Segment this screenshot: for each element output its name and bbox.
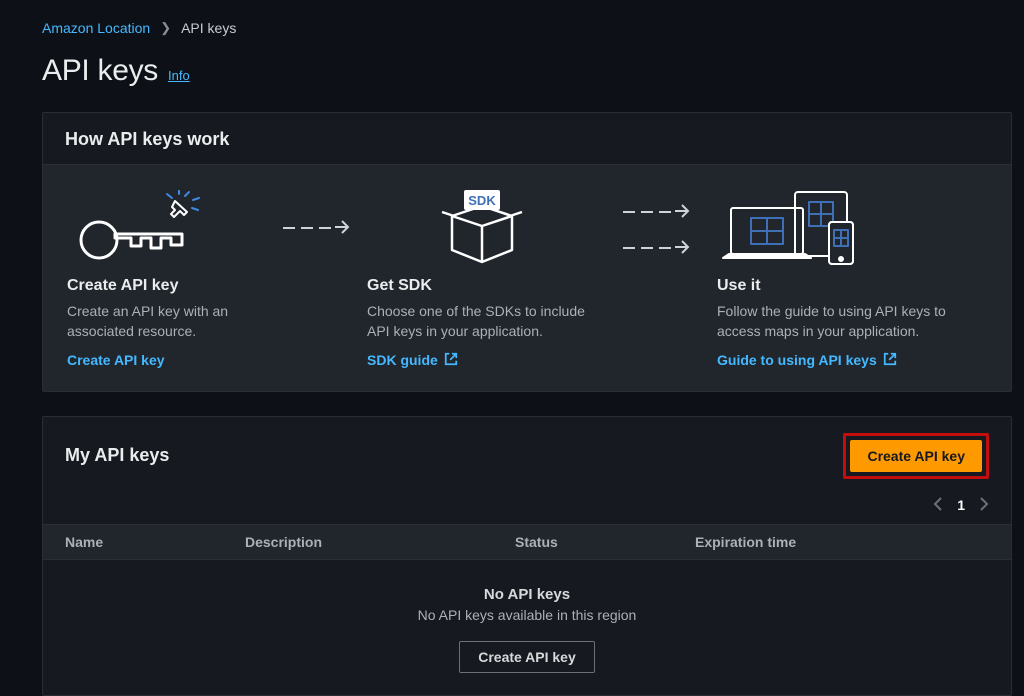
empty-desc: No API keys available in this region bbox=[43, 607, 1011, 623]
step1-title: Create API key bbox=[67, 277, 267, 295]
my-api-keys-panel: My API keys Create API key 1 Name Descri… bbox=[42, 416, 1012, 696]
step1-desc: Create an API key with an associated res… bbox=[67, 301, 267, 342]
arrow-2 bbox=[597, 189, 717, 257]
my-api-keys-title: My API keys bbox=[65, 445, 169, 466]
arrow-right-icon bbox=[335, 219, 351, 237]
external-link-icon bbox=[883, 352, 897, 369]
breadcrumb-root-link[interactable]: Amazon Location bbox=[42, 20, 150, 36]
create-button-highlight: Create API key bbox=[843, 433, 989, 479]
arrow-right-icon bbox=[675, 203, 691, 221]
chevron-right-icon: ❯ bbox=[160, 20, 171, 36]
info-link[interactable]: Info bbox=[168, 68, 190, 83]
col-description[interactable]: Description bbox=[245, 534, 515, 550]
step3-link[interactable]: Guide to using API keys bbox=[717, 352, 977, 369]
breadcrumb: Amazon Location ❯ API keys bbox=[42, 20, 1012, 36]
page-prev-icon[interactable] bbox=[933, 497, 943, 514]
arrow-right-icon bbox=[675, 239, 691, 257]
empty-create-api-key-button[interactable]: Create API key bbox=[459, 641, 595, 673]
page-title: API keys bbox=[42, 54, 158, 88]
step2-desc: Choose one of the SDKs to include API ke… bbox=[367, 301, 597, 342]
external-link-icon bbox=[444, 352, 458, 369]
devices-icon bbox=[717, 189, 977, 269]
breadcrumb-current: API keys bbox=[181, 20, 236, 36]
arrow-1 bbox=[267, 189, 367, 237]
col-expiration[interactable]: Expiration time bbox=[695, 534, 989, 550]
step1-link[interactable]: Create API key bbox=[67, 352, 267, 368]
step-get-sdk: SDK Get SDK Choose one of the SDKs to in… bbox=[367, 189, 597, 369]
svg-text:SDK: SDK bbox=[468, 193, 496, 208]
step3-desc: Follow the guide to using API keys to ac… bbox=[717, 301, 977, 342]
step-create-api-key: Create API key Create an API key with an… bbox=[67, 189, 267, 368]
empty-state: No API keys No API keys available in thi… bbox=[43, 560, 1011, 695]
how-panel-title: How API keys work bbox=[65, 129, 229, 150]
page-next-icon[interactable] bbox=[979, 497, 989, 514]
step2-link[interactable]: SDK guide bbox=[367, 352, 597, 369]
step2-title: Get SDK bbox=[367, 277, 597, 295]
create-api-key-button[interactable]: Create API key bbox=[850, 440, 982, 472]
sdk-box-icon: SDK bbox=[367, 189, 597, 269]
pagination: 1 bbox=[43, 493, 1011, 524]
table-header-row: Name Description Status Expiration time bbox=[43, 524, 1011, 560]
empty-title: No API keys bbox=[43, 586, 1011, 603]
step3-title: Use it bbox=[717, 277, 977, 295]
how-api-keys-panel: How API keys work bbox=[42, 112, 1012, 392]
col-status[interactable]: Status bbox=[515, 534, 695, 550]
page-number: 1 bbox=[957, 497, 965, 513]
key-icon bbox=[67, 189, 267, 269]
col-name[interactable]: Name bbox=[65, 534, 245, 550]
step-use-it: Use it Follow the guide to using API key… bbox=[717, 189, 977, 369]
